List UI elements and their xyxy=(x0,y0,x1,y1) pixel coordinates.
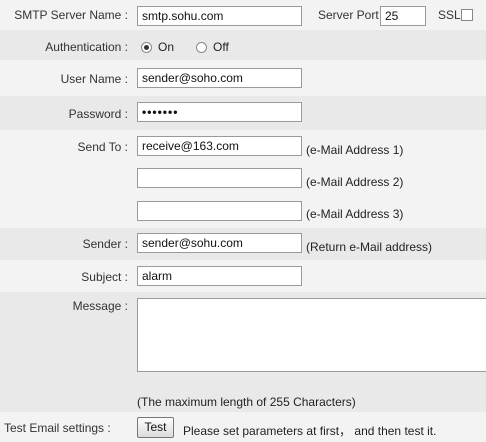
auth-on-radio[interactable] xyxy=(141,42,152,53)
sender-label: Sender : xyxy=(82,237,128,251)
send-to-label: Send To : xyxy=(77,140,128,154)
auth-row: Authentication : On Off xyxy=(0,30,486,60)
subject-label: Subject : xyxy=(81,270,128,284)
message-max-length-note: (The maximum length of 255 Characters) xyxy=(137,395,356,409)
password-row: Password : ••••••• xyxy=(0,96,486,130)
send-to-row: Send To : receive@163.com (e-Mail Addres… xyxy=(0,130,486,228)
password-label: Password : xyxy=(68,107,128,121)
smtp-server-input[interactable]: smtp.sohu.com xyxy=(137,6,302,26)
sender-note: (Return e-Mail address) xyxy=(306,240,433,254)
ssl-checkbox[interactable] xyxy=(461,9,473,21)
server-port-input[interactable]: 25 xyxy=(380,6,426,26)
server-port-label: Server Port xyxy=(318,8,379,22)
ssl-label: SSL xyxy=(438,8,461,22)
email-address-1-note: (e-Mail Address 1) xyxy=(306,143,404,157)
email-address-1-input[interactable]: receive@163.com xyxy=(137,136,302,156)
sender-input[interactable]: sender@sohu.com xyxy=(137,233,302,253)
test-button[interactable]: Test xyxy=(137,417,174,438)
message-label: Message : xyxy=(72,299,128,313)
user-row: User Name : sender@soho.com xyxy=(0,60,486,96)
smtp-server-label: SMTP Server Name : xyxy=(14,8,128,22)
auth-off-label: Off xyxy=(213,40,229,54)
test-row: Test Email settings : Test Please set pa… xyxy=(0,412,486,442)
email-address-3-input[interactable] xyxy=(137,201,302,221)
user-name-label: User Name : xyxy=(60,72,128,86)
smtp-row: SMTP Server Name : smtp.sohu.com Server … xyxy=(0,0,486,30)
sender-row: Sender : sender@sohu.com (Return e-Mail … xyxy=(0,228,486,260)
test-hint: Please set parameters at first， and then… xyxy=(183,424,437,438)
message-textarea[interactable] xyxy=(137,298,486,372)
email-address-2-note: (e-Mail Address 2) xyxy=(306,175,404,189)
auth-off-radio[interactable] xyxy=(196,42,207,53)
test-email-label: Test Email settings : xyxy=(4,421,111,435)
auth-on-label: On xyxy=(158,40,175,54)
authentication-label: Authentication : xyxy=(45,40,128,54)
subject-input[interactable]: alarm xyxy=(137,266,302,286)
email-address-2-input[interactable] xyxy=(137,168,302,188)
subject-row: Subject : alarm xyxy=(0,260,486,292)
email-address-3-note: (e-Mail Address 3) xyxy=(306,207,404,221)
user-name-input[interactable]: sender@soho.com xyxy=(137,68,302,88)
message-row: Message : (The maximum length of 255 Cha… xyxy=(0,292,486,412)
password-input[interactable]: ••••••• xyxy=(137,102,302,122)
